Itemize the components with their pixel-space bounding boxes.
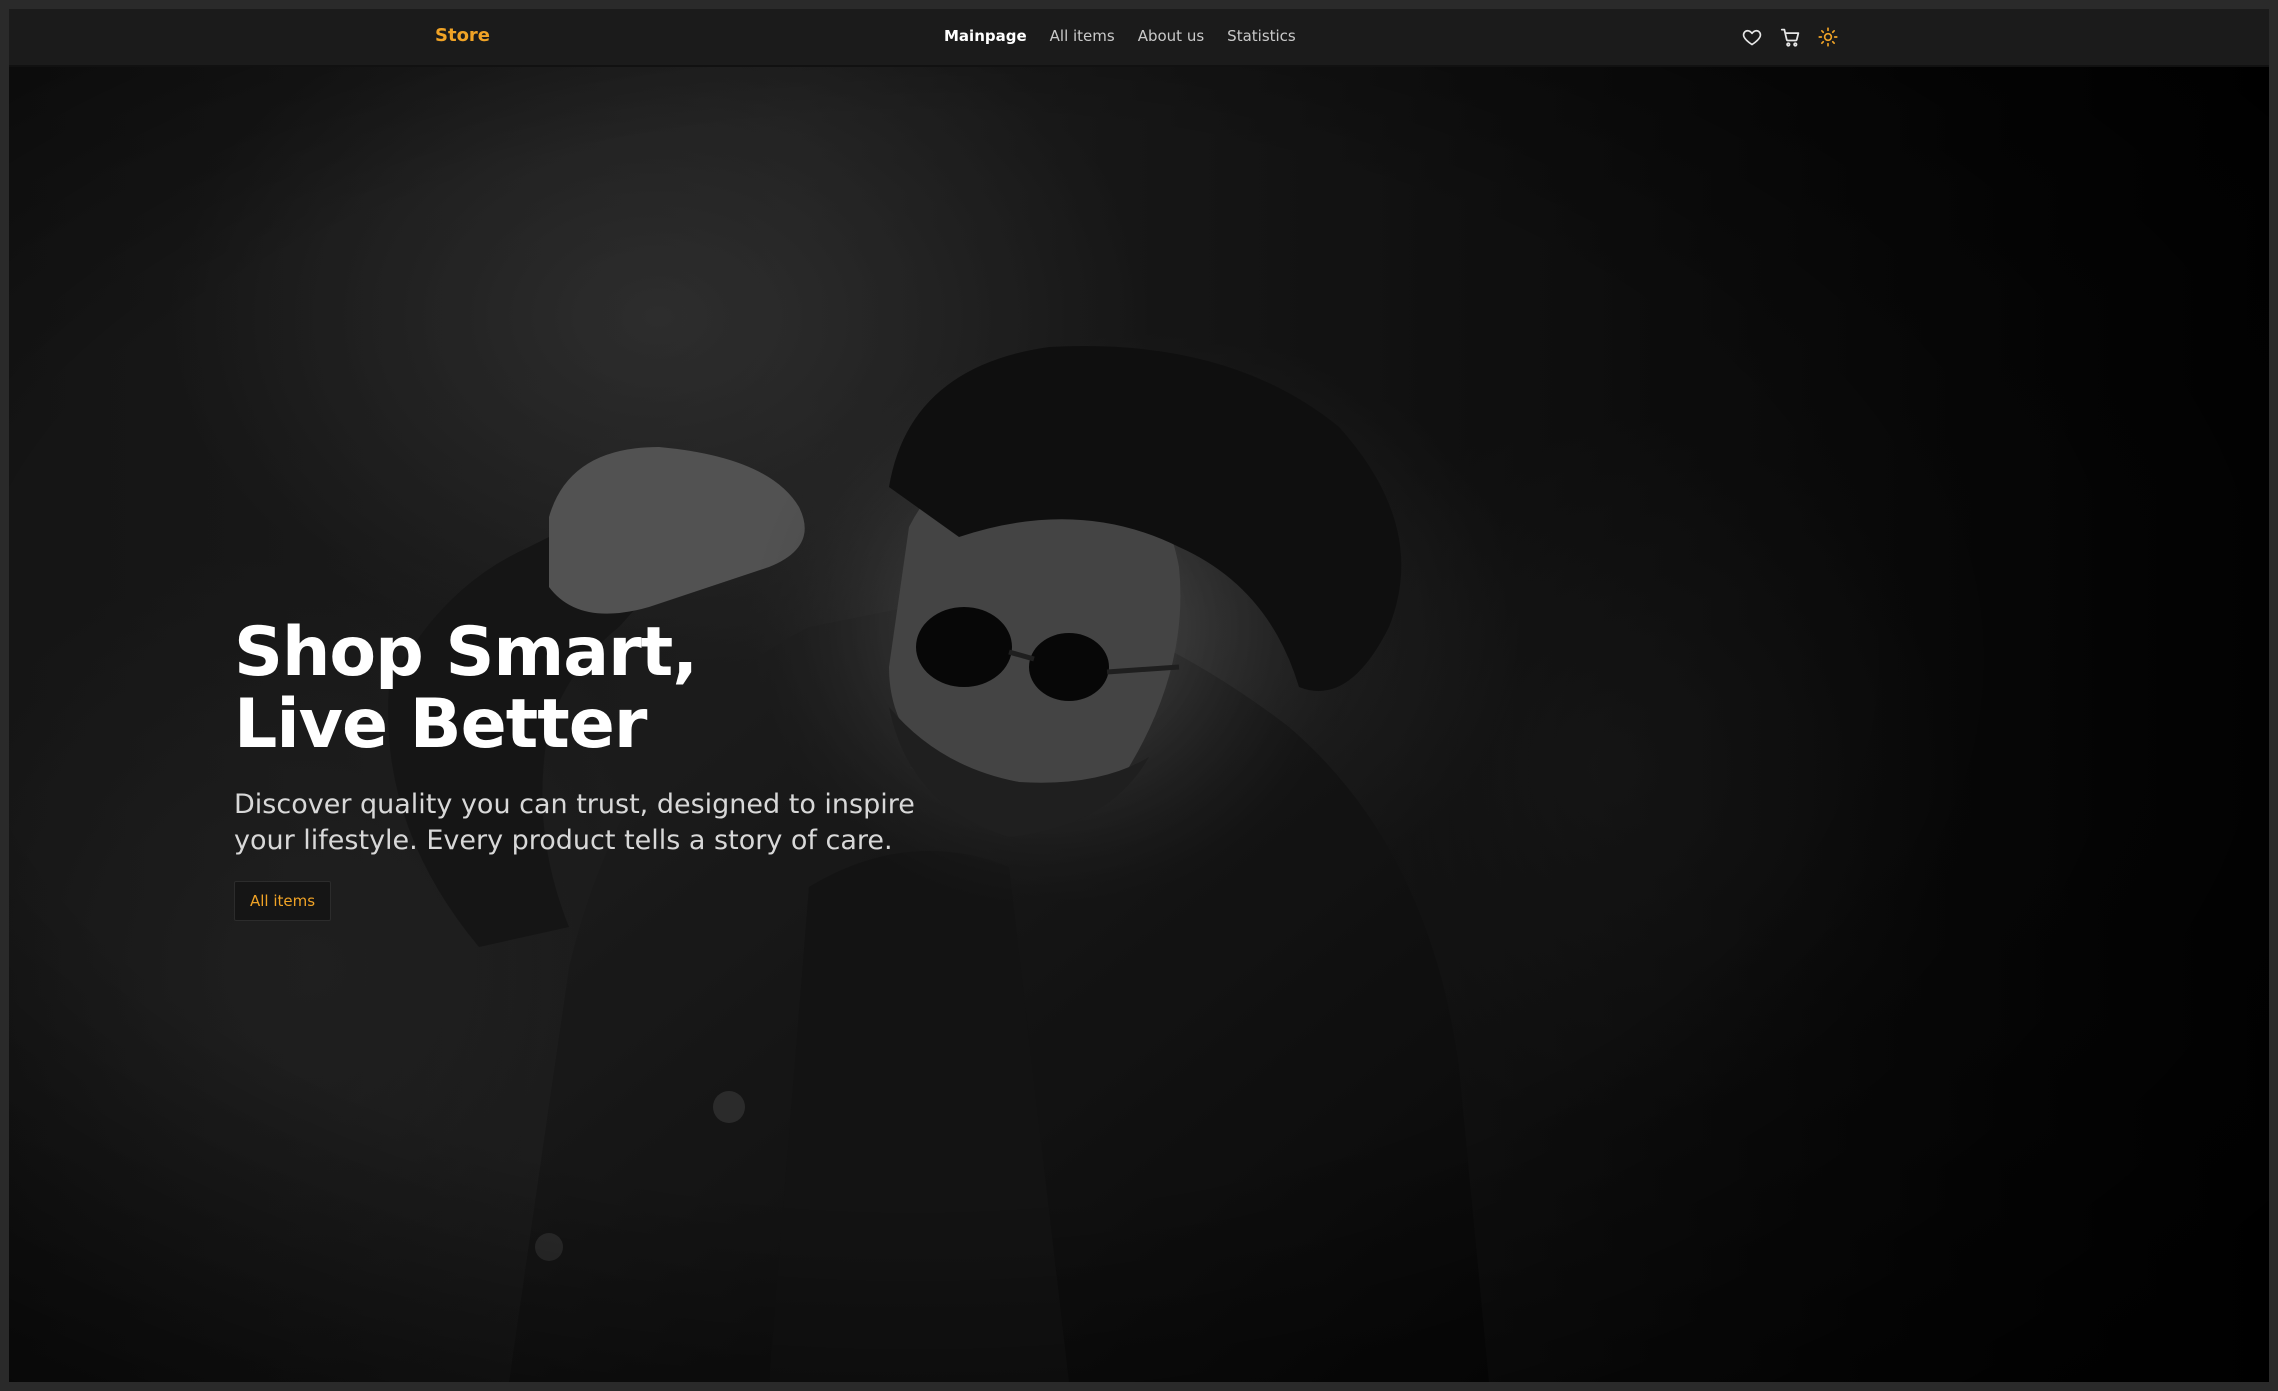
hero-title: Shop Smart, Live Better — [234, 617, 994, 761]
nav-statistics[interactable]: Statistics — [1227, 27, 1296, 45]
hero-title-line-1: Shop Smart, — [234, 613, 698, 692]
all-items-button[interactable]: All items — [234, 881, 332, 921]
cart-icon[interactable] — [1778, 25, 1802, 49]
header-actions — [1740, 25, 1840, 49]
hero-section: Shop Smart, Live Better Discover quality… — [9, 67, 2269, 1382]
top-navbar: Store Mainpage All items About us Statis… — [9, 9, 2269, 67]
nav-mainpage[interactable]: Mainpage — [944, 27, 1027, 45]
hero-subtitle: Discover quality you can trust, designed… — [234, 789, 915, 856]
app-window: Store Mainpage All items About us Statis… — [9, 9, 2269, 1382]
nav-all-items[interactable]: All items — [1050, 27, 1115, 45]
hero-title-line-2: Live Better — [234, 685, 647, 764]
sun-icon[interactable] — [1816, 25, 1840, 49]
heart-icon[interactable] — [1740, 25, 1764, 49]
brand-logo[interactable]: Store — [435, 25, 490, 46]
nav-about-us[interactable]: About us — [1138, 27, 1204, 45]
main-nav: Mainpage All items About us Statistics — [944, 27, 1296, 45]
hero-content: Shop Smart, Live Better Discover quality… — [234, 617, 994, 921]
